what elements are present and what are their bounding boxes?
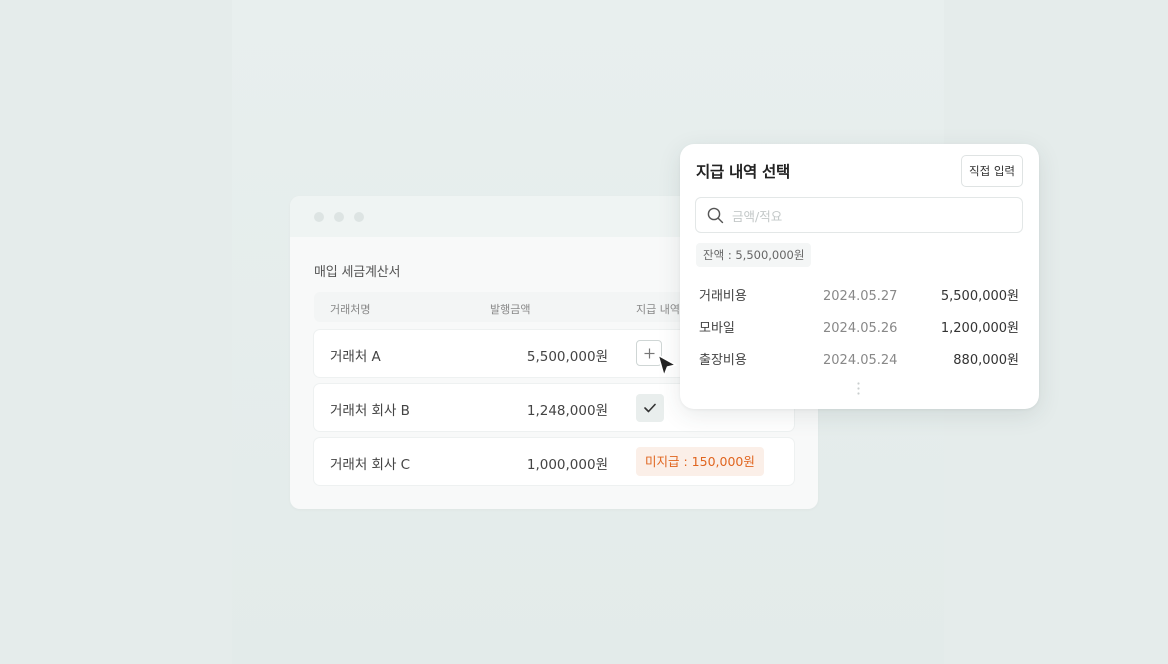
issued-amount: 1,000,000원 [526, 457, 608, 473]
window-dot-maximize[interactable] [354, 212, 364, 222]
popover-title: 지급 내역 선택 [696, 163, 790, 181]
direct-input-button[interactable]: 직접 입력 [961, 155, 1023, 187]
payment-amount: 1,200,000원 [940, 321, 1019, 336]
more-vertical-icon[interactable] [857, 382, 860, 395]
list-item[interactable]: 거래비용 2024.05.27 5,500,000원 [696, 285, 1023, 309]
balance-badge: 잔액 : 5,500,000원 [696, 243, 812, 267]
column-header-vendor: 거래처명 [330, 303, 371, 316]
window-dot-minimize[interactable] [334, 212, 344, 222]
payment-category: 출장비용 [699, 353, 747, 368]
search-box[interactable] [695, 197, 1023, 233]
search-input[interactable] [730, 204, 1014, 228]
list-item[interactable]: 출장비용 2024.05.24 880,000원 [696, 349, 1023, 373]
payment-date: 2024.05.24 [823, 353, 898, 368]
list-item[interactable]: 모바일 2024.05.26 1,200,000원 [696, 317, 1023, 341]
issued-amount: 5,500,000원 [526, 349, 608, 365]
window-dot-close[interactable] [314, 212, 324, 222]
search-icon [707, 207, 724, 224]
check-icon [644, 403, 656, 413]
payment-matched-checkbox[interactable] [636, 394, 664, 422]
column-header-amount: 발행금액 [490, 303, 531, 316]
vendor-name: 거래처 회사 C [330, 457, 411, 473]
payment-select-popover: 지급 내역 선택 직접 입력 잔액 : 5,500,000원 거래비용 2024… [680, 144, 1039, 409]
payment-amount: 880,000원 [953, 353, 1019, 368]
window-title: 매입 세금계산서 [314, 265, 401, 280]
payment-date: 2024.05.27 [823, 289, 898, 304]
vendor-name: 거래처 회사 B [330, 403, 410, 419]
column-header-payment: 지급 내역 [636, 303, 680, 316]
table-row[interactable]: 거래처 회사 C 1,000,000원 미지급 : 150,000원 [314, 438, 794, 485]
unpaid-badge[interactable]: 미지급 : 150,000원 [636, 447, 764, 476]
payment-category: 모바일 [699, 321, 735, 336]
issued-amount: 1,248,000원 [526, 403, 608, 419]
mouse-cursor-icon [657, 354, 677, 377]
vendor-name: 거래처 A [330, 349, 381, 365]
plus-icon [644, 348, 654, 359]
payment-category: 거래비용 [699, 289, 747, 304]
payment-date: 2024.05.26 [823, 321, 898, 336]
payment-amount: 5,500,000원 [940, 289, 1019, 304]
